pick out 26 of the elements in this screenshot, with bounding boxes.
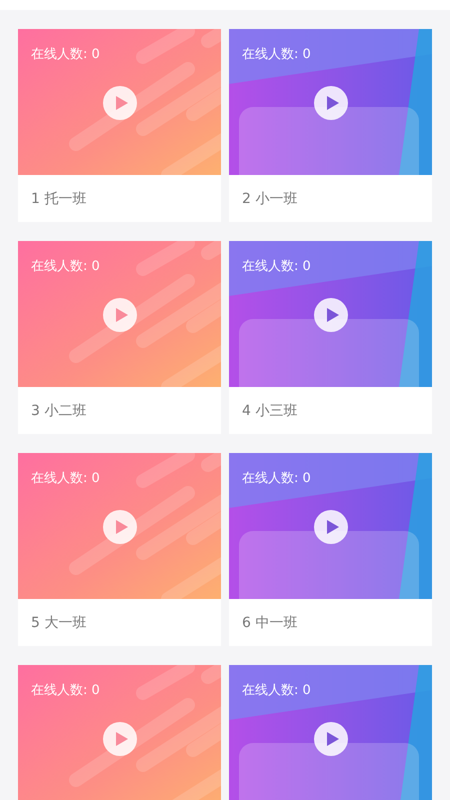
- online-count: 在线人数: 0: [242, 682, 311, 699]
- class-card[interactable]: 在线人数: 0 1 托一班: [18, 29, 221, 222]
- online-count: 在线人数: 0: [242, 46, 311, 63]
- class-card[interactable]: 在线人数: 0 2 小一班: [229, 29, 432, 222]
- online-count: 在线人数: 0: [31, 258, 100, 275]
- play-icon[interactable]: [314, 298, 348, 332]
- class-card[interactable]: 在线人数: 0: [229, 665, 432, 800]
- class-card[interactable]: 在线人数: 0 3 小二班: [18, 241, 221, 434]
- online-count: 在线人数: 0: [242, 470, 311, 487]
- class-title: 2 小一班: [242, 190, 298, 208]
- online-count: 在线人数: 0: [31, 682, 100, 699]
- play-icon[interactable]: [314, 86, 348, 120]
- online-count: 在线人数: 0: [242, 258, 311, 275]
- online-count: 在线人数: 0: [31, 46, 100, 63]
- class-title: 6 中一班: [242, 614, 298, 632]
- class-card[interactable]: 在线人数: 0 5 大一班: [18, 453, 221, 646]
- class-title: 5 大一班: [31, 614, 86, 632]
- online-count: 在线人数: 0: [31, 470, 100, 487]
- play-icon[interactable]: [314, 722, 348, 756]
- class-card[interactable]: 在线人数: 0 6 中一班: [229, 453, 432, 646]
- class-card[interactable]: 在线人数: 0 4 小三班: [229, 241, 432, 434]
- class-title: 1 托一班: [31, 190, 86, 208]
- class-title: 4 小三班: [242, 402, 298, 420]
- class-card[interactable]: 在线人数: 0: [18, 665, 221, 800]
- play-icon[interactable]: [314, 510, 348, 544]
- class-title: 3 小二班: [31, 402, 86, 420]
